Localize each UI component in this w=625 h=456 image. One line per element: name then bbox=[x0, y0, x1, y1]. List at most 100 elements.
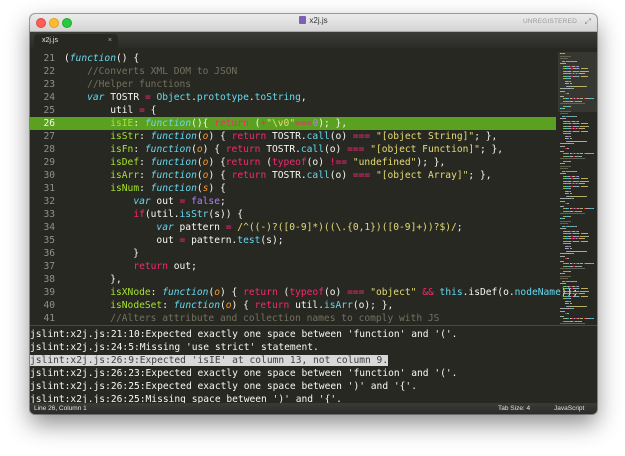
code-line[interactable]: 25 util = { bbox=[30, 104, 556, 117]
minimap-stroke bbox=[565, 228, 567, 230]
minimap-stroke bbox=[563, 218, 565, 220]
minimap-stroke bbox=[592, 318, 594, 320]
minimap-stroke bbox=[579, 100, 582, 102]
code-text: var pattern = /^((-)?([0-9]*)((\.{0,1})(… bbox=[156, 222, 463, 233]
unregistered-label: UNREGISTERED bbox=[522, 18, 577, 25]
minimap-stroke bbox=[560, 103, 585, 105]
code-line[interactable]: 23 //Helper functions bbox=[30, 78, 556, 91]
code-line[interactable]: 37 return out; bbox=[30, 260, 556, 273]
code-text: isNum: function(s) { bbox=[110, 183, 226, 194]
minimap-stroke bbox=[579, 210, 582, 212]
code-line[interactable]: 30 isArr: function(o) { return TOSTR.cal… bbox=[30, 169, 556, 182]
minimap-stroke bbox=[592, 153, 594, 155]
minimap-stroke bbox=[575, 115, 577, 117]
fullscreen-icon[interactable]: ⤢ bbox=[585, 17, 591, 27]
minimap-stroke bbox=[569, 248, 572, 250]
code-text: isFn: function(o) { return TOSTR.call(o)… bbox=[110, 144, 504, 155]
minimap-stroke bbox=[580, 235, 588, 237]
minimap-stroke bbox=[569, 133, 571, 135]
code-line[interactable]: 21 (function() { bbox=[30, 52, 556, 65]
minimap-stroke bbox=[560, 55, 572, 57]
minimap-stroke bbox=[560, 253, 568, 255]
line-number: 25 bbox=[43, 105, 55, 116]
minimap-stroke bbox=[583, 128, 586, 130]
console-line[interactable]: jslint:x2j.js:21:10:Expected exactly one… bbox=[30, 328, 597, 341]
minimap-stroke bbox=[565, 118, 567, 120]
minimap-stroke bbox=[560, 88, 568, 90]
console-line[interactable]: jslint:x2j.js:26:23:Expected exactly one… bbox=[30, 367, 597, 380]
minimap-stroke bbox=[576, 175, 579, 177]
output-console[interactable]: jslint:x2j.js:21:10:Expected exactly one… bbox=[30, 325, 597, 405]
cursor-position: Line 26, Column 1 bbox=[34, 405, 87, 412]
code-line[interactable]: 27 isStr: function(o) { return TOSTR.cal… bbox=[30, 130, 556, 143]
tab-x2j[interactable]: x2j.js × bbox=[34, 34, 118, 48]
minimap-stroke bbox=[570, 270, 572, 272]
minimap[interactable] bbox=[558, 48, 597, 325]
minimap-stroke bbox=[560, 308, 568, 310]
line-number: 35 bbox=[43, 235, 55, 246]
minimap-stroke bbox=[583, 293, 586, 295]
code-line[interactable]: 33 if(util.isStr(s)) { bbox=[30, 208, 556, 221]
minimap-stroke bbox=[572, 88, 575, 90]
minimap-stroke bbox=[580, 70, 588, 72]
minimap-stroke bbox=[563, 273, 565, 275]
minimap-stroke bbox=[570, 190, 571, 192]
code-line[interactable]: 22 //Converts XML DOM to JSON bbox=[30, 65, 556, 78]
code-editor[interactable]: 21 (function() {22 //Converts XML DOM to … bbox=[30, 48, 597, 325]
minimap-stroke bbox=[560, 268, 585, 270]
tab-size-indicator[interactable]: Tab Size: 4 bbox=[498, 403, 530, 414]
tab-close-icon[interactable]: × bbox=[108, 34, 112, 48]
code-line[interactable]: 34 var pattern = /^((-)?([0-9]*)((\.{0,1… bbox=[30, 221, 556, 234]
tab-bar: x2j.js × bbox=[30, 32, 597, 48]
minimap-stroke bbox=[569, 298, 571, 300]
minimap-stroke bbox=[560, 255, 565, 257]
console-line[interactable]: jslint:x2j.js:24:5:Missing 'use strict' … bbox=[30, 341, 597, 354]
code-line[interactable]: 28 isFn: function(o) { return TOSTR.call… bbox=[30, 143, 556, 156]
code-line[interactable]: 39 isXNode: function(o) { return (typeof… bbox=[30, 286, 578, 299]
minimap-stroke bbox=[575, 225, 577, 227]
line-number: 28 bbox=[43, 144, 55, 155]
line-number: 21 bbox=[43, 53, 55, 64]
minimap-stroke bbox=[580, 290, 588, 292]
syntax-indicator[interactable]: JavaScript bbox=[554, 403, 584, 414]
minimap-stroke bbox=[585, 305, 587, 307]
code-text: return out; bbox=[133, 261, 197, 272]
minimap-stroke bbox=[586, 240, 589, 242]
code-line[interactable]: 29 isDef: function(o) {return (typeof(o)… bbox=[30, 156, 556, 169]
code-text: //Converts XML DOM to JSON bbox=[64, 66, 238, 77]
minimap-stroke bbox=[576, 230, 579, 232]
console-line[interactable]: jslint:x2j.js:26:25:Expected exactly one… bbox=[30, 380, 597, 393]
code-line[interactable]: 40 isNodeSet: function(o) { return util.… bbox=[30, 299, 556, 312]
code-text: isStr: function(o) { return TOSTR.call(o… bbox=[110, 131, 498, 142]
code-text: //Alters attribute and collection names … bbox=[64, 313, 440, 324]
line-number: 37 bbox=[43, 261, 55, 272]
minimap-stroke bbox=[560, 110, 572, 112]
minimap-stroke bbox=[560, 95, 564, 97]
minimap-stroke bbox=[571, 195, 586, 197]
minimap-stroke bbox=[560, 143, 568, 145]
window-title-group: x2j.js bbox=[30, 16, 597, 25]
minimap-stroke bbox=[586, 185, 589, 187]
code-line[interactable]: 35 out = pattern.test(s); bbox=[30, 234, 556, 247]
code-line[interactable]: 31 isNum: function(s) { bbox=[30, 182, 556, 195]
code-line-highlighted[interactable]: 26 isIE: function(){ return (+"\v0"===0)… bbox=[30, 117, 556, 130]
minimap-stroke bbox=[580, 180, 588, 182]
minimap-stroke bbox=[580, 125, 588, 127]
code-line[interactable]: 24 var TOSTR = Object.prototype.toString… bbox=[30, 91, 556, 104]
minimap-stroke bbox=[569, 138, 572, 140]
line-number: 23 bbox=[43, 79, 55, 90]
console-line-selected[interactable]: jslint:x2j.js:26:9:Expected 'isIE' at co… bbox=[30, 354, 597, 367]
minimap-stroke bbox=[586, 68, 589, 70]
minimap-stroke bbox=[560, 198, 568, 200]
minimap-stroke bbox=[586, 75, 589, 77]
code-line[interactable]: 38 }, bbox=[30, 273, 556, 286]
minimap-stroke bbox=[570, 215, 572, 217]
minimap-stroke bbox=[560, 278, 569, 280]
minimap-stroke bbox=[563, 108, 565, 110]
code-line[interactable]: 32 var out = false; bbox=[30, 195, 556, 208]
code-line[interactable]: 41 //Alters attribute and collection nam… bbox=[30, 312, 556, 325]
minimap-stroke bbox=[565, 63, 567, 65]
code-line[interactable]: 36 } bbox=[30, 247, 556, 260]
code-text: util = { bbox=[64, 105, 157, 116]
minimap-stroke bbox=[587, 290, 589, 292]
